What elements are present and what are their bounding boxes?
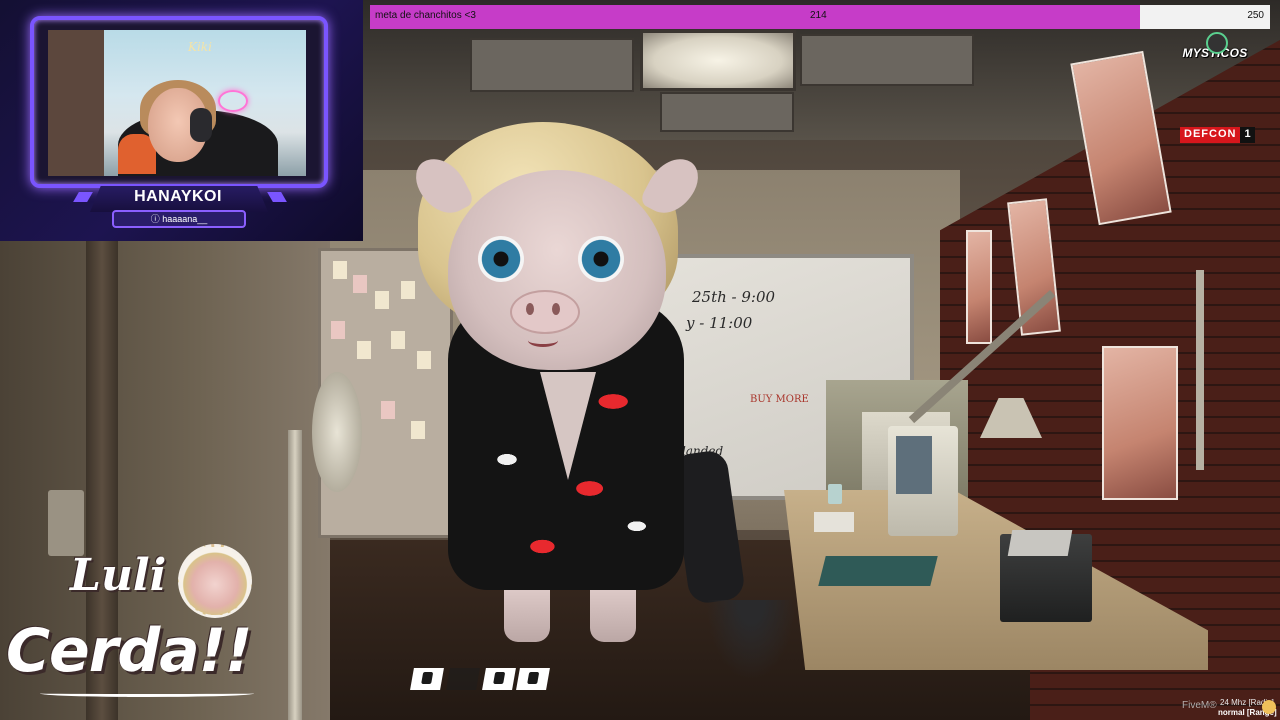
character-eye <box>578 236 624 282</box>
office-chair-base <box>706 600 796 680</box>
headset-icon <box>190 108 212 142</box>
webcam-video: Kiki <box>48 30 306 176</box>
item-icon <box>527 672 540 684</box>
server-logo: MYSTICOS <box>1180 32 1250 74</box>
goal-label: meta de chanchitos <3 <box>375 10 476 21</box>
ceiling-tile <box>470 38 634 92</box>
note <box>375 291 389 309</box>
voice-avatar-icon <box>1262 700 1276 714</box>
note <box>381 401 395 419</box>
note <box>353 275 367 293</box>
hotbar-slot-3[interactable] <box>482 668 516 690</box>
hat-icon <box>493 672 506 684</box>
character-mouth <box>528 334 558 347</box>
overlay-underline <box>40 690 254 697</box>
whiteboard-line: y - 11:00 <box>686 314 753 332</box>
note <box>411 421 425 439</box>
goal-current-value: 214 <box>810 10 827 21</box>
ceiling-tile <box>660 92 794 132</box>
game-viewport: 25th - 9:00 y - 11:00 BUY MORE landed <box>0 0 1280 720</box>
defcon-badge: DEFCON 1 <box>1180 127 1255 143</box>
fan-stand <box>288 430 302 720</box>
note <box>417 351 431 369</box>
whiteboard-line: BUY MORE <box>750 394 809 405</box>
wall-switch <box>48 490 84 556</box>
defcon-label: DEFCON <box>1180 127 1241 143</box>
note <box>333 261 347 279</box>
hotbar-slot-1[interactable] <box>410 668 444 690</box>
note <box>391 331 405 349</box>
skull-icon <box>1206 32 1228 54</box>
ceiling-light <box>640 30 796 91</box>
wall-poster <box>1102 346 1178 500</box>
hotbar-slot-2[interactable] <box>446 668 480 690</box>
desk-lamp-arm <box>1196 270 1204 470</box>
note <box>331 321 345 339</box>
ceiling-tile <box>800 34 974 86</box>
envelope-icon <box>421 672 434 684</box>
note <box>401 281 415 299</box>
character-snout <box>510 290 580 334</box>
printer-paper-tray <box>1007 530 1073 556</box>
streamer-name: HANAYKOI <box>134 188 222 205</box>
neon-light <box>218 90 248 112</box>
note <box>357 341 371 359</box>
overlay-title-top: Luli <box>70 550 167 601</box>
goal-max-value: 250 <box>1247 10 1264 21</box>
keyboard <box>814 512 854 532</box>
computer-monitor <box>888 426 958 536</box>
character-nostril <box>552 303 560 315</box>
goal-progress-bar: meta de chanchitos <3 214 250 <box>370 5 1270 29</box>
monitor-screen <box>896 436 932 494</box>
character-nostril <box>526 303 534 315</box>
neon-sign: Kiki <box>188 40 212 54</box>
room-door <box>48 30 104 176</box>
client-watermark: FiveM® <box>1182 700 1217 711</box>
overlay-title-bottom: Cerda!! <box>6 616 252 686</box>
binder <box>818 556 938 586</box>
character-eye <box>478 236 524 282</box>
hotbar-slot-4[interactable] <box>516 668 550 690</box>
fan <box>312 372 362 492</box>
wall-poster <box>966 230 992 344</box>
cup <box>828 484 842 504</box>
goal-progress-fill <box>370 5 1141 29</box>
instagram-handle: ⓘ haaaana__ <box>150 214 208 224</box>
defcon-level: 1 <box>1240 127 1255 143</box>
whiteboard-line: 25th - 9:00 <box>692 288 776 306</box>
pig-avatar-icon <box>178 544 252 618</box>
webcam-overlay: Kiki HANAYKOI ⓘ haaaana__ <box>0 0 363 241</box>
